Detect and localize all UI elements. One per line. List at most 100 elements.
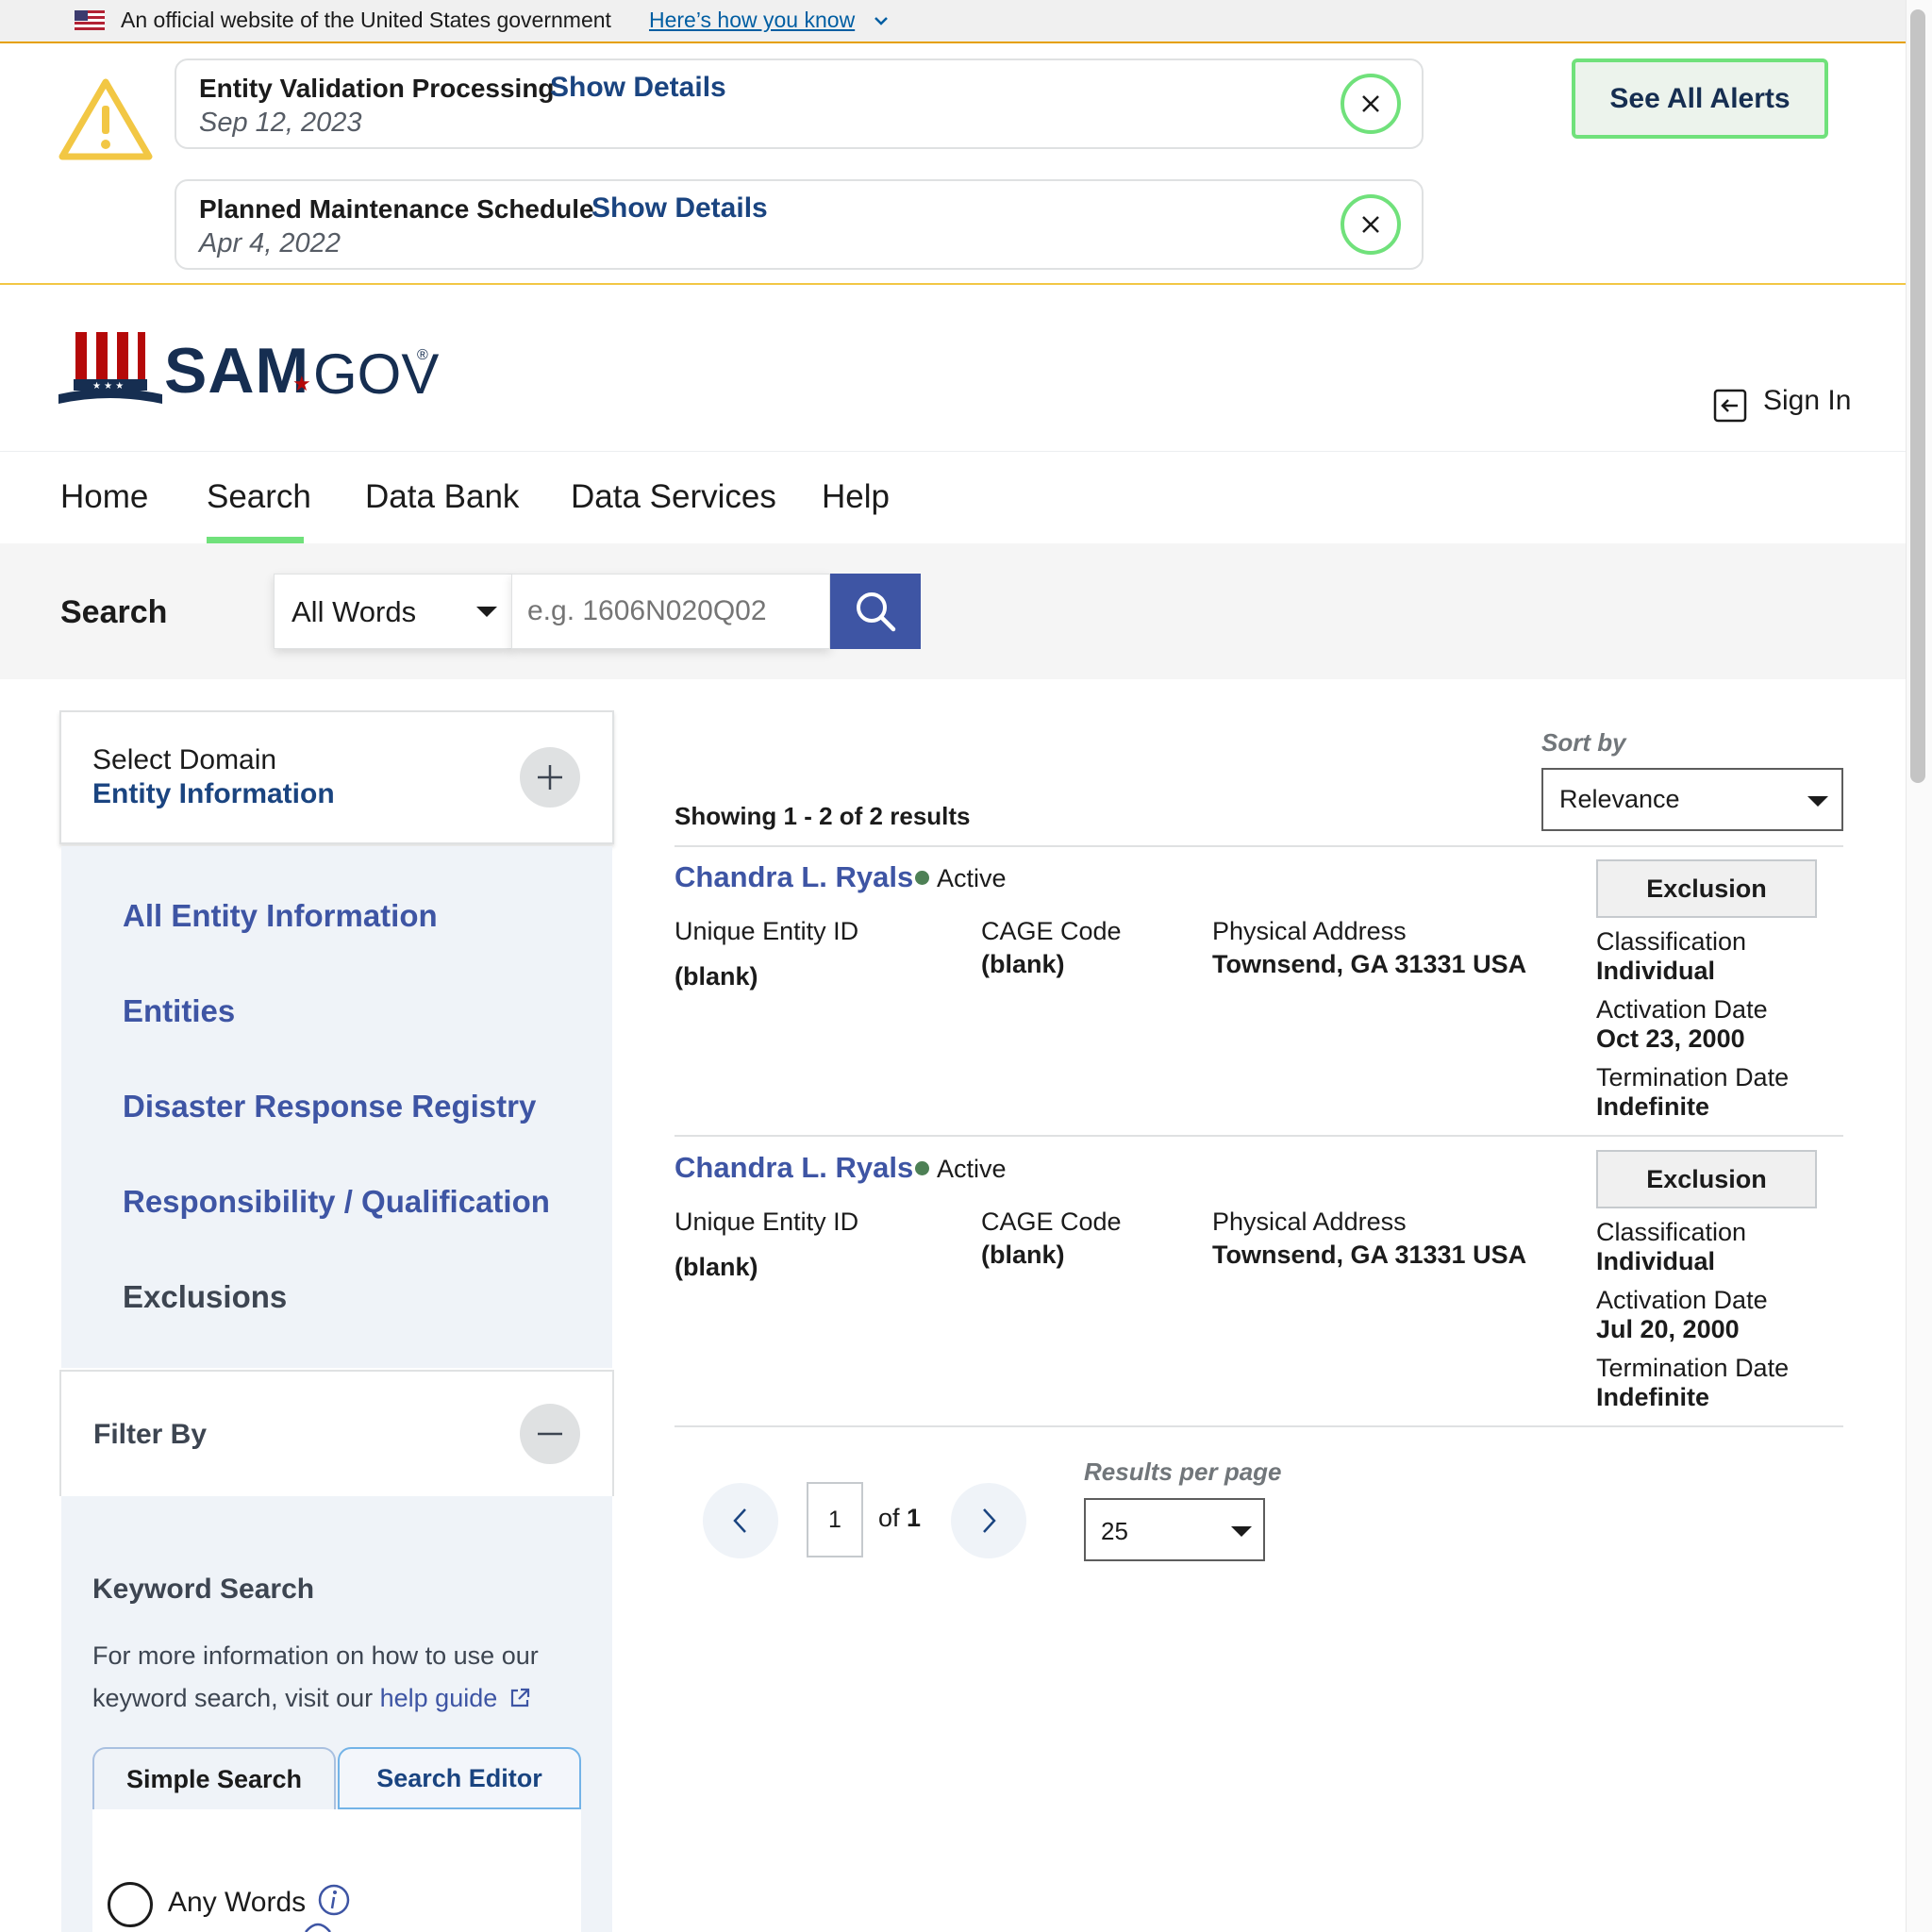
search-mode-select[interactable]: All Words bbox=[274, 574, 512, 649]
results-per-page-label: Results per page bbox=[1084, 1457, 1282, 1486]
termination-label: Termination Date bbox=[1596, 1063, 1790, 1091]
nav-search[interactable]: Search bbox=[207, 478, 311, 516]
result-entity-name[interactable]: Chandra L. Ryals bbox=[675, 860, 913, 894]
select-domain-panel[interactable]: Select Domain Entity Information bbox=[59, 710, 614, 844]
dismiss-alert-button[interactable] bbox=[1341, 194, 1401, 255]
results-per-page-select[interactable]: 25 bbox=[1084, 1498, 1265, 1561]
see-all-alerts-button[interactable]: See All Alerts bbox=[1572, 58, 1828, 139]
page-scrollbar[interactable] bbox=[1906, 0, 1932, 1932]
warning-icon bbox=[58, 78, 153, 160]
nav-data-bank[interactable]: Data Bank bbox=[365, 478, 519, 516]
classification-label: Classification bbox=[1596, 927, 1747, 956]
uei-label: Unique Entity ID bbox=[675, 917, 859, 945]
select-domain-caption: Select Domain bbox=[92, 744, 277, 775]
search-icon bbox=[857, 592, 896, 632]
collapse-filter-button[interactable] bbox=[520, 1404, 580, 1464]
address-value: Townsend, GA 31331 USA bbox=[1212, 950, 1527, 978]
status-dot-icon bbox=[915, 871, 929, 885]
sam-gov-logo[interactable]: ★ ★ ★ SAM ★ GOV ® bbox=[58, 330, 439, 411]
exclusion-button[interactable]: Exclusion bbox=[1596, 859, 1817, 918]
domain-entities[interactable]: Entities bbox=[123, 993, 235, 1029]
keyword-search-title: Keyword Search bbox=[92, 1574, 315, 1605]
classification-label: Classification bbox=[1596, 1218, 1747, 1246]
expand-domain-button[interactable] bbox=[520, 747, 580, 808]
cage-value: (blank) bbox=[981, 950, 1065, 978]
divider bbox=[675, 1425, 1843, 1427]
sort-select[interactable]: Relevance bbox=[1541, 768, 1843, 831]
show-details-link[interactable]: Show Details bbox=[550, 72, 726, 104]
address-label: Physical Address bbox=[1212, 917, 1407, 945]
svg-text:★ ★ ★: ★ ★ ★ bbox=[92, 381, 124, 391]
status-badge: Active bbox=[937, 864, 1007, 892]
search-input[interactable] bbox=[511, 574, 830, 649]
domain-exclusions[interactable]: Exclusions bbox=[123, 1279, 287, 1315]
keyword-search-help: For more information on how to use our k… bbox=[92, 1635, 583, 1720]
activation-label: Activation Date bbox=[1596, 995, 1768, 1024]
divider bbox=[675, 845, 1843, 847]
alert-title: Entity Validation Processing bbox=[199, 74, 555, 103]
termination-value: Indefinite bbox=[1596, 1383, 1709, 1411]
previous-page-button[interactable] bbox=[703, 1483, 778, 1558]
any-words-radio[interactable] bbox=[108, 1882, 153, 1927]
logo-star-icon: ★ bbox=[292, 372, 311, 395]
next-page-button[interactable] bbox=[951, 1483, 1026, 1558]
status-badge: Active bbox=[937, 1155, 1007, 1183]
gov-banner-text: An official website of the United States… bbox=[121, 8, 611, 32]
cage-value: (blank) bbox=[981, 1241, 1065, 1269]
divider bbox=[675, 1135, 1843, 1137]
results-per-page-value: 25 bbox=[1101, 1517, 1128, 1545]
classification-value: Individual bbox=[1596, 1247, 1716, 1275]
caret-down-icon bbox=[1231, 1526, 1252, 1537]
tab-search-editor[interactable]: Search Editor bbox=[338, 1747, 581, 1809]
chevron-down-icon[interactable] bbox=[872, 11, 891, 30]
domain-list: All Entity Information Entities Disaster… bbox=[61, 846, 612, 1368]
info-icon[interactable] bbox=[317, 1883, 351, 1917]
domain-disaster-response-registry[interactable]: Disaster Response Registry bbox=[123, 1089, 536, 1124]
nav-help[interactable]: Help bbox=[822, 478, 890, 516]
how-you-know-link[interactable]: Here’s how you know bbox=[649, 8, 855, 33]
info-icon[interactable] bbox=[304, 1921, 332, 1932]
sort-by-label: Sort by bbox=[1541, 728, 1626, 757]
alert-date: Apr 4, 2022 bbox=[199, 228, 341, 258]
domain-all-entity-information[interactable]: All Entity Information bbox=[123, 898, 438, 934]
alert-date: Sep 12, 2023 bbox=[199, 108, 362, 138]
logo-sam-text: SAM bbox=[164, 335, 310, 407]
main-nav: Home Search Data Bank Data Services Help bbox=[0, 451, 1906, 544]
classification-value: Individual bbox=[1596, 957, 1716, 985]
any-words-label: Any Words bbox=[168, 1887, 307, 1918]
tab-simple-search[interactable]: Simple Search bbox=[92, 1747, 336, 1809]
nav-data-services[interactable]: Data Services bbox=[571, 478, 776, 516]
uei-value: (blank) bbox=[675, 1253, 758, 1281]
result-entity-name[interactable]: Chandra L. Ryals bbox=[675, 1151, 913, 1185]
show-details-link[interactable]: Show Details bbox=[591, 192, 768, 225]
results-count: Showing 1 - 2 of 2 results bbox=[675, 802, 971, 830]
uei-label: Unique Entity ID bbox=[675, 1208, 859, 1236]
filter-by-header[interactable]: Filter By bbox=[59, 1370, 614, 1496]
activation-label: Activation Date bbox=[1596, 1286, 1768, 1314]
dismiss-alert-button[interactable] bbox=[1341, 74, 1401, 134]
page-number-input[interactable]: 1 bbox=[807, 1482, 863, 1557]
activation-value: Oct 23, 2000 bbox=[1596, 1024, 1745, 1053]
plus-icon bbox=[538, 765, 562, 790]
external-link-icon[interactable] bbox=[508, 1687, 531, 1709]
nav-home[interactable]: Home bbox=[60, 478, 148, 516]
selected-domain: Entity Information bbox=[92, 778, 335, 809]
search-button[interactable] bbox=[830, 574, 921, 649]
logo-registered-mark: ® bbox=[417, 347, 428, 363]
sort-value: Relevance bbox=[1559, 785, 1680, 813]
scrollbar-thumb[interactable] bbox=[1910, 9, 1925, 783]
termination-label: Termination Date bbox=[1596, 1354, 1790, 1382]
status-dot-icon bbox=[915, 1161, 929, 1175]
us-flag-icon bbox=[75, 10, 105, 30]
cage-label: CAGE Code bbox=[981, 917, 1122, 945]
caret-down-icon bbox=[476, 607, 497, 617]
uncle-sam-hat-icon: ★ ★ ★ bbox=[58, 332, 162, 404]
close-icon bbox=[1362, 95, 1379, 112]
caret-down-icon bbox=[1807, 796, 1828, 807]
address-label: Physical Address bbox=[1212, 1208, 1407, 1236]
alert-title: Planned Maintenance Schedule bbox=[199, 194, 594, 224]
page-of-text: of bbox=[878, 1504, 900, 1532]
help-guide-link[interactable]: help guide bbox=[380, 1684, 498, 1712]
exclusion-button[interactable]: Exclusion bbox=[1596, 1150, 1817, 1208]
domain-responsibility-qualification[interactable]: Responsibility / Qualification bbox=[123, 1184, 550, 1220]
